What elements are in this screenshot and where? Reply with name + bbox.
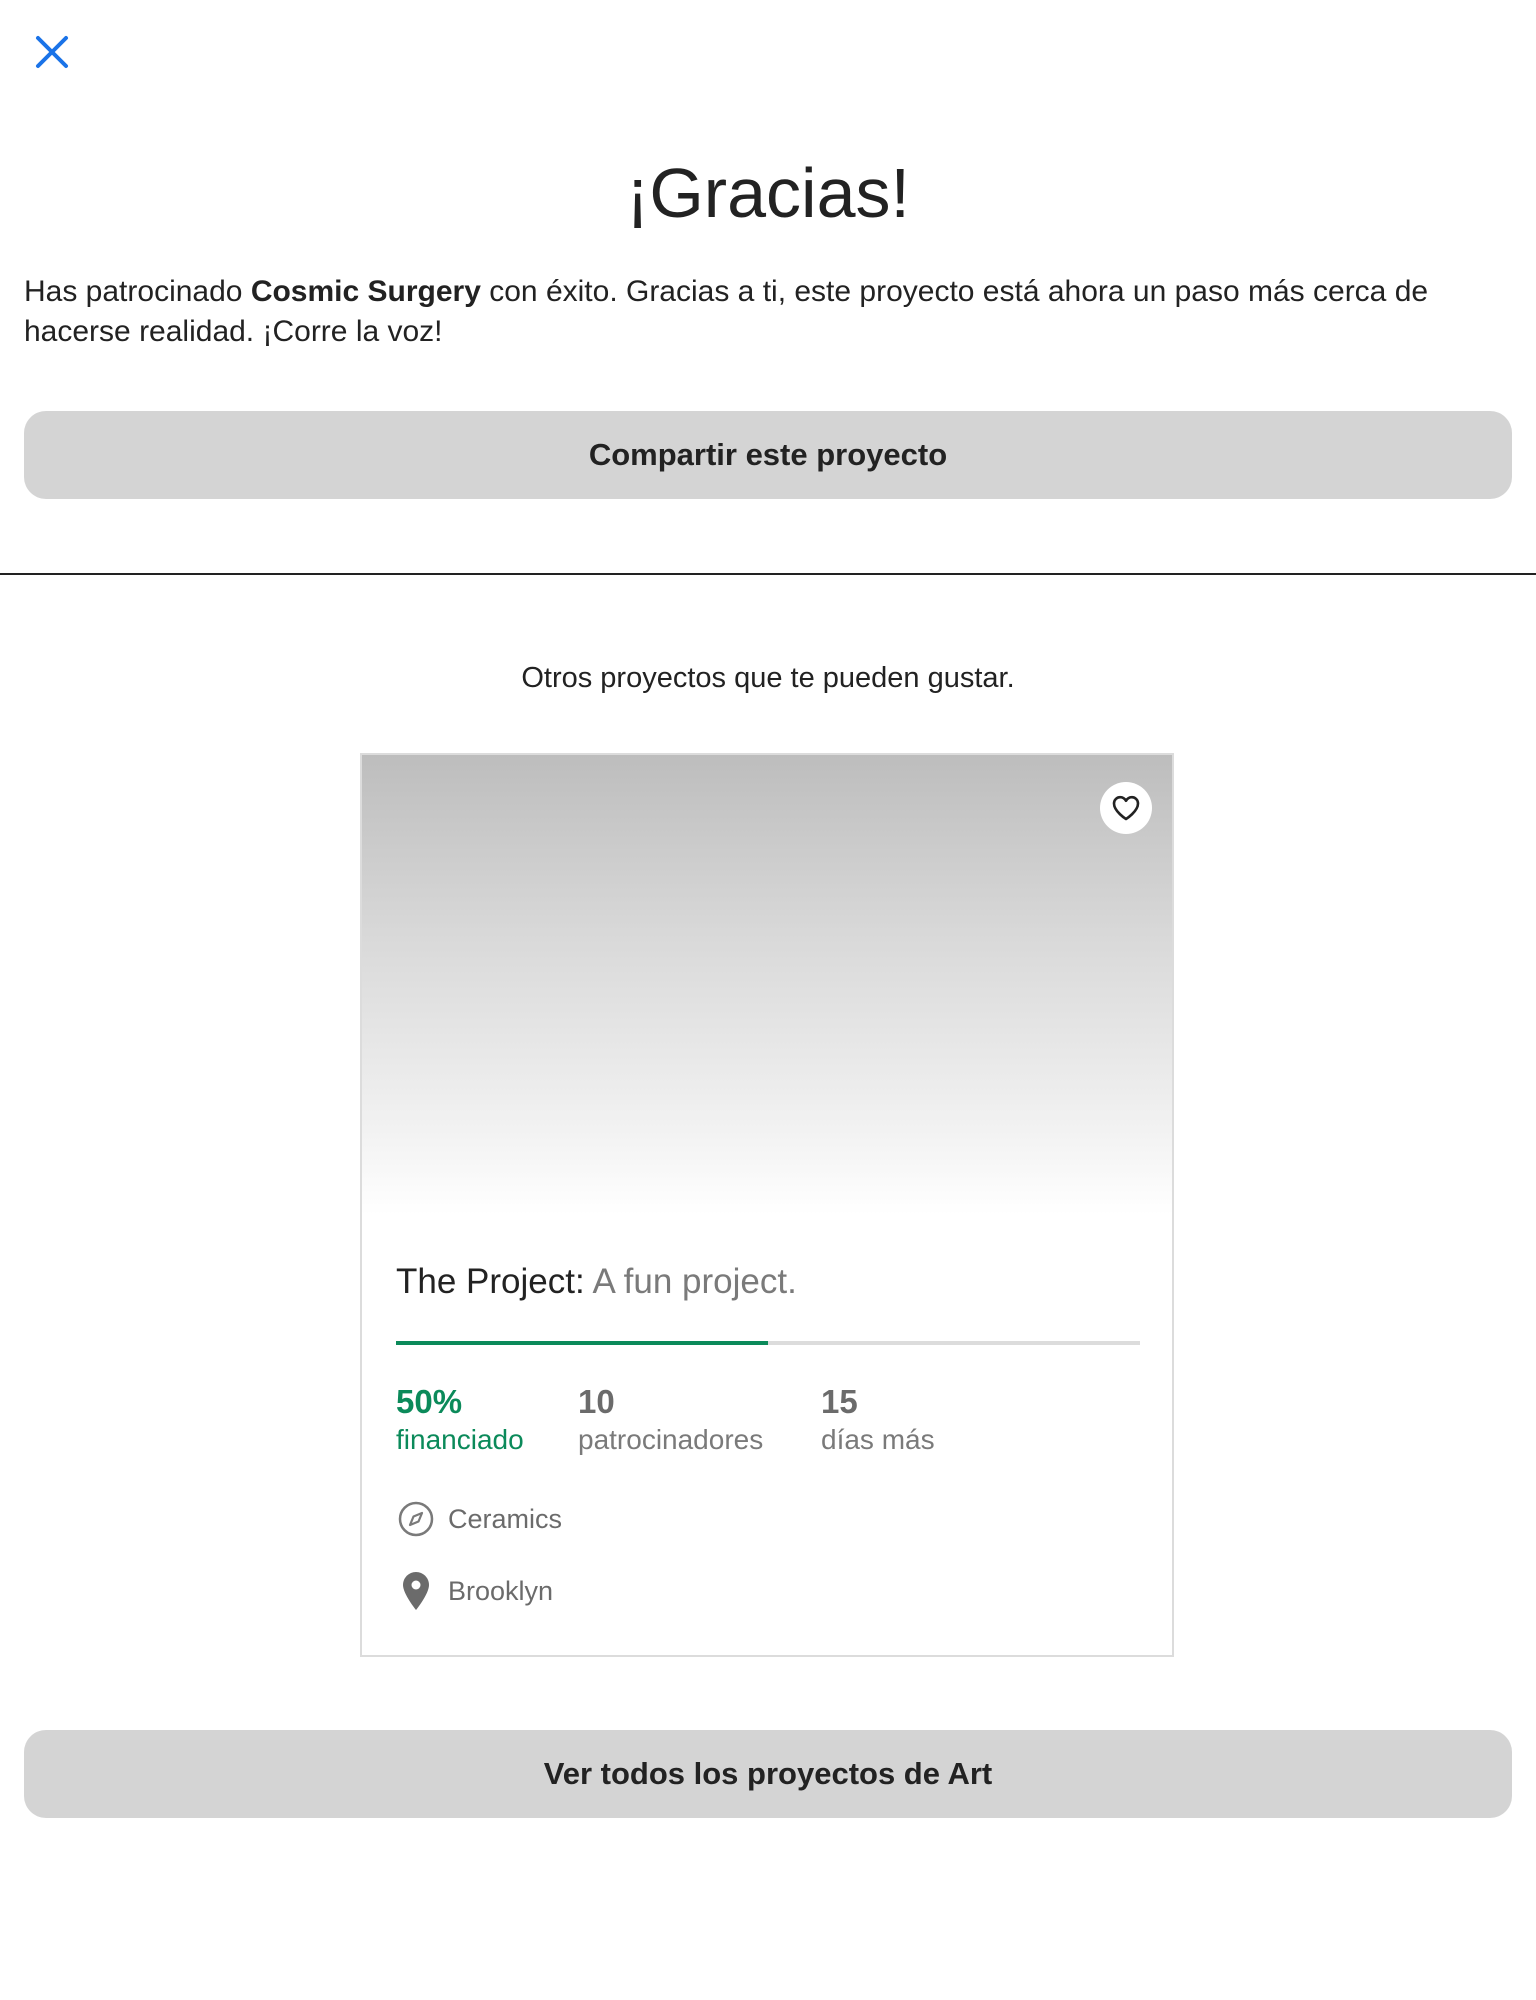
- project-blurb: A fun project.: [592, 1262, 797, 1301]
- funding-progress-fill: [396, 1341, 768, 1345]
- thanks-message: Has patrocinado Cosmic Surgery con éxito…: [24, 272, 1512, 352]
- days-label: días más: [821, 1424, 935, 1455]
- backed-project-name: Cosmic Surgery: [250, 275, 481, 308]
- stat-days-left: 15 días más: [821, 1382, 935, 1458]
- save-project-button[interactable]: [1100, 782, 1152, 834]
- project-title-line: The Project: A fun project.: [396, 1260, 797, 1304]
- close-icon: [36, 36, 68, 68]
- view-all-art-projects-button[interactable]: Ver todos los proyectos de Art: [24, 1730, 1512, 1818]
- section-divider: [0, 573, 1536, 575]
- close-button[interactable]: [30, 30, 74, 74]
- location-label: Brooklyn: [448, 1575, 554, 1606]
- project-name: The Project:: [396, 1262, 585, 1301]
- category-label: Ceramics: [448, 1503, 563, 1534]
- share-project-button[interactable]: Compartir este proyecto: [24, 411, 1512, 499]
- funding-progress-bar: [396, 1341, 1140, 1345]
- funded-value: 50%: [396, 1383, 463, 1420]
- category-row[interactable]: Ceramics: [396, 1499, 562, 1539]
- stat-backers: 10 patrocinadores: [578, 1382, 763, 1458]
- recommendations-heading: Otros proyectos que te pueden gustar.: [521, 662, 1015, 694]
- stat-funded: 50% financiado: [396, 1382, 524, 1458]
- heart-outline-icon: [1112, 795, 1140, 821]
- project-card[interactable]: The Project: A fun project. 50% financia…: [360, 753, 1174, 1657]
- location-row[interactable]: Brooklyn: [396, 1571, 553, 1611]
- days-value: 15: [821, 1383, 858, 1420]
- compass-icon: [396, 1499, 436, 1539]
- backers-label: patrocinadores: [578, 1424, 764, 1455]
- project-image: [362, 755, 1172, 1215]
- location-pin-icon: [396, 1571, 436, 1611]
- backers-value: 10: [578, 1383, 615, 1420]
- funded-label: financiado: [396, 1424, 524, 1455]
- message-prefix: Has patrocinado: [24, 275, 251, 308]
- page-title: ¡Gracias!: [626, 154, 910, 232]
